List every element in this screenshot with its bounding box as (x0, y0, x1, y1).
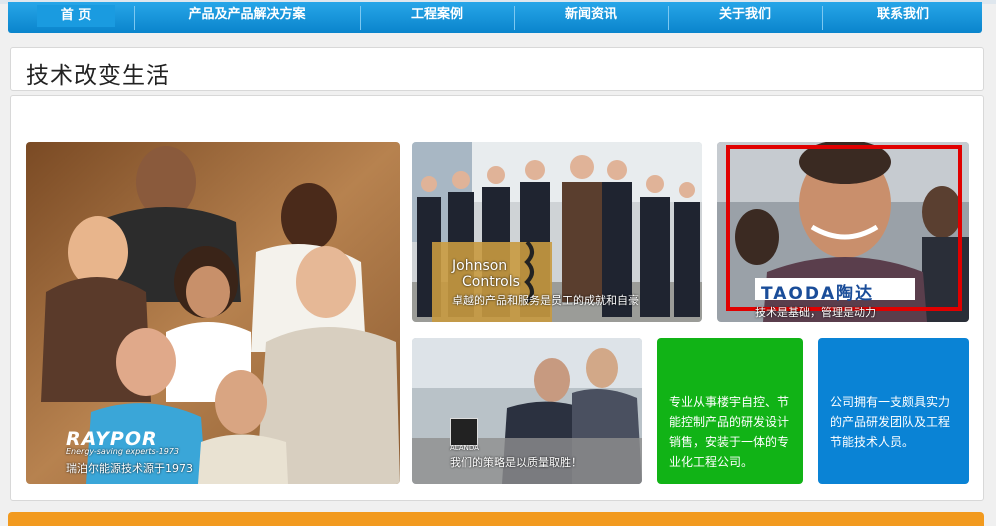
taoda-logo: TAODA陶达 (761, 284, 875, 304)
nav-projects-label: 工程案例 (410, 7, 463, 22)
blue-info-text: 公司拥有一支颇具实力的产品研发团队及工程节能技术人员。 (830, 395, 951, 449)
nav-divider (668, 6, 669, 30)
nav-divider (514, 6, 515, 30)
nav-contact-label: 联系我们 (876, 7, 929, 22)
nav-news[interactable]: 新闻资讯 (516, 2, 666, 33)
nav-home[interactable]: 首 页 (26, 2, 126, 33)
nav-products-label: 产品及产品解决方案 (188, 7, 306, 22)
nav-divider (360, 6, 361, 30)
nav-home-label: 首 页 (36, 5, 116, 27)
nav-products[interactable]: 产品及产品解决方案 (136, 2, 358, 33)
alanda-caption: 我们的策略是以质量取胜！ (450, 456, 582, 469)
nav-news-label: 新闻资讯 (564, 7, 617, 22)
raypor-tagline: Energy-saving experts-1973 (66, 447, 179, 456)
johnson-logo-line2: Controls (462, 274, 520, 290)
page-title: 技术改变生活 (26, 63, 170, 89)
blue-info-tile[interactable]: 公司拥有一支颇具实力的产品研发团队及工程节能技术人员。 (818, 338, 969, 484)
nav-about-label: 关于我们 (718, 7, 771, 22)
raypor-tile[interactable]: RAYPOR Energy-saving experts-1973 瑞泊尔能源技… (26, 142, 400, 484)
title-panel: 技术改变生活 (10, 47, 984, 91)
nav-projects[interactable]: 工程案例 (362, 2, 512, 33)
alanda-logo-icon (450, 418, 478, 446)
johnson-tile[interactable]: Johnson Controls 卓越的产品和服务是员工的成就和自豪 (412, 142, 702, 322)
nav-divider (134, 6, 135, 30)
content-panel: RAYPOR Energy-saving experts-1973 瑞泊尔能源技… (10, 95, 984, 501)
nav-contact[interactable]: 联系我们 (824, 2, 982, 33)
taoda-caption: 技术是基础，管理是动力 (755, 306, 876, 319)
nav-about[interactable]: 关于我们 (670, 2, 820, 33)
nav-divider (822, 6, 823, 30)
main-nav: 首 页 产品及产品解决方案 工程案例 新闻资讯 关于我们 联系我们 (8, 2, 982, 33)
johnson-caption: 卓越的产品和服务是员工的成就和自豪 (452, 294, 639, 307)
green-info-tile[interactable]: 专业从事楼宇自控、节能控制产品的研发设计销售，安装于一体的专业化工程公司。 (657, 338, 803, 484)
raypor-caption: 瑞泊尔能源技术源于1973 (66, 462, 193, 475)
alanda-tile[interactable]: ALANDA 我们的策略是以质量取胜！ (412, 338, 642, 484)
alanda-logo-text: ALANDA (450, 444, 479, 452)
green-info-text: 专业从事楼宇自控、节能控制产品的研发设计销售，安装于一体的专业化工程公司。 (669, 395, 790, 469)
johnson-logo-line1: Johnson (452, 258, 508, 274)
taoda-tile[interactable]: TAODA陶达 技术是基础，管理是动力 (717, 142, 969, 322)
